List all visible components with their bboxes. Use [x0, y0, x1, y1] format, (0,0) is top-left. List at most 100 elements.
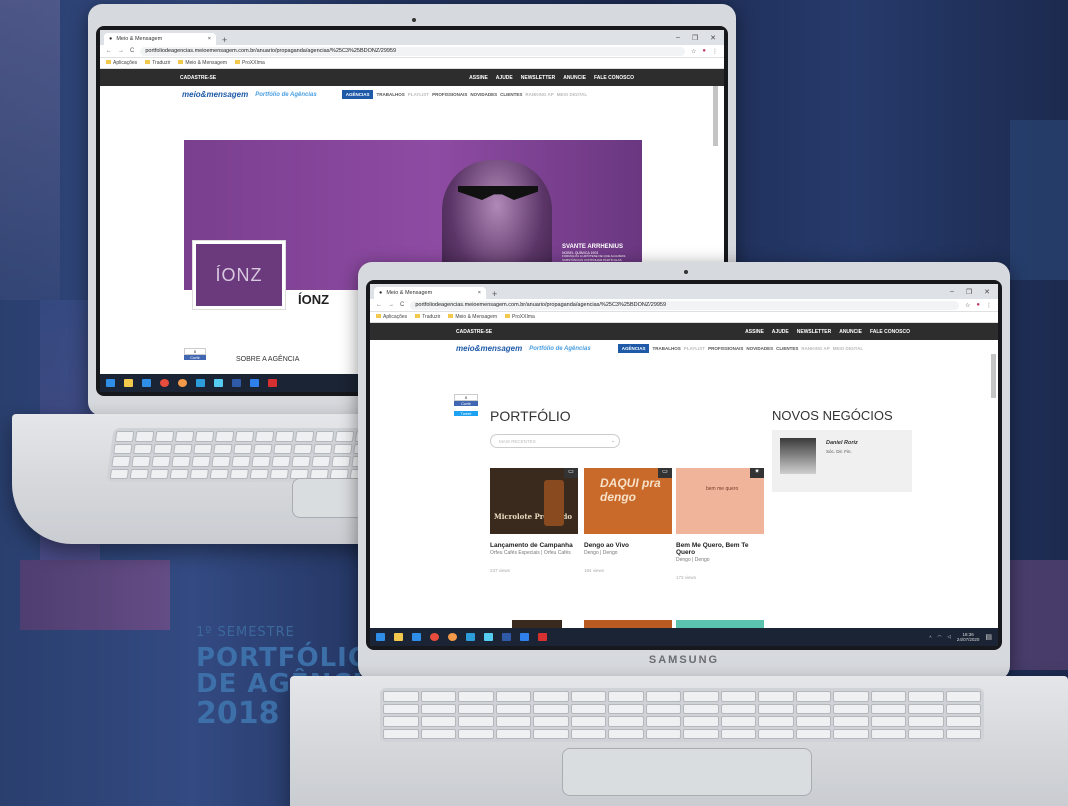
top-link[interactable]: ASSINE [745, 329, 764, 335]
keyboard-key [234, 431, 255, 442]
site-logo[interactable]: meio&mensagem [182, 90, 248, 99]
menu-icon[interactable]: ⋮ [986, 302, 992, 309]
word-icon[interactable] [520, 633, 529, 641]
scrollbar[interactable] [713, 86, 718, 146]
top-link[interactable]: ANUNCIE [839, 329, 862, 335]
minimize-icon[interactable]: – [950, 288, 954, 296]
maximize-icon[interactable]: ❐ [692, 34, 698, 42]
nav-meio-digital[interactable]: MEIO DIGITAL [833, 346, 863, 351]
file-explorer-icon[interactable] [394, 633, 403, 641]
forward-icon[interactable]: → [118, 48, 124, 54]
skype-icon[interactable] [412, 633, 421, 641]
forward-icon[interactable]: → [388, 302, 394, 308]
new-tab-icon[interactable]: + [222, 35, 227, 45]
chrome-icon[interactable] [448, 633, 457, 641]
browser-tab[interactable]: ● Meio & Mensagem × [104, 33, 216, 45]
nav-playlist[interactable]: PLAYLIST [684, 346, 705, 351]
cadastre-link[interactable]: CADASTRE-SE [456, 329, 492, 335]
teams-icon[interactable] [484, 633, 493, 641]
bookmark-item[interactable]: Meio & Mensagem [448, 314, 497, 320]
top-link[interactable]: AJUDE [772, 329, 789, 335]
profile-avatar[interactable]: ● [976, 302, 980, 308]
maximize-icon[interactable]: ❐ [966, 288, 972, 296]
nav-agencias[interactable]: AGÊNCIAS [617, 344, 650, 353]
url-field[interactable]: portfoliodeagencias.meioemensagem.com.br… [410, 300, 959, 310]
close-window-icon[interactable]: ✕ [984, 288, 990, 296]
like-button[interactable]: Curtir [454, 401, 478, 406]
top-link[interactable]: FALE CONOSCO [594, 75, 634, 81]
windows-start-icon[interactable] [106, 379, 115, 387]
nav-profissionais[interactable]: PROFISSIONAIS [708, 346, 743, 351]
browser-tab[interactable]: ● Meio & Mensagem × [374, 287, 486, 299]
tray-up-icon[interactable]: ^ [929, 635, 931, 640]
outlook-icon[interactable] [196, 379, 205, 387]
top-link[interactable]: NEWSLETTER [521, 75, 555, 81]
acrobat-icon[interactable] [538, 633, 547, 641]
top-link[interactable]: ASSINE [469, 75, 488, 81]
portfolio-card[interactable]: DAQUI pra dengo ▭ Dengo ao Vivo Dengo | … [584, 468, 672, 573]
reload-icon[interactable]: C [400, 302, 404, 308]
chrome-icon[interactable] [178, 379, 187, 387]
star-icon[interactable]: ☆ [691, 48, 696, 55]
scrollbar[interactable] [991, 354, 996, 398]
menu-icon[interactable]: ⋮ [712, 48, 718, 55]
close-window-icon[interactable]: ✕ [710, 34, 716, 42]
bookmark-item[interactable]: ProXXIma [235, 60, 265, 66]
outlook-icon[interactable] [466, 633, 475, 641]
minimize-icon[interactable]: – [676, 34, 680, 42]
profile-avatar[interactable]: ● [702, 48, 706, 54]
notifications-icon[interactable]: ▤ [985, 633, 992, 641]
back-icon[interactable]: ← [376, 302, 382, 308]
site-logo[interactable]: meio&mensagem [456, 344, 522, 353]
bookmark-item[interactable]: ProXXIma [505, 314, 535, 320]
photoshop-icon[interactable] [232, 379, 241, 387]
top-link[interactable]: ANUNCIE [563, 75, 586, 81]
acrobat-icon[interactable] [268, 379, 277, 387]
wifi-icon[interactable]: ◠ [937, 634, 941, 640]
tab-close-icon[interactable]: × [478, 290, 481, 296]
top-link[interactable]: FALE CONOSCO [870, 329, 910, 335]
cadastre-link[interactable]: CADASTRE-SE [180, 75, 216, 81]
clock[interactable]: 18:36 24/07/2020 [957, 632, 980, 643]
portfolio-card[interactable]: bem me quero ✷ Bem Me Quero, Bem Te Quer… [676, 468, 764, 580]
file-explorer-icon[interactable] [124, 379, 133, 387]
nav-novidades[interactable]: NOVIDADES [470, 92, 497, 97]
nav-ranking[interactable]: RANKING AP [525, 92, 553, 97]
like-button[interactable]: Curtir [184, 355, 206, 360]
nav-clientes[interactable]: CLIENTES [500, 92, 522, 97]
teams-icon[interactable] [214, 379, 223, 387]
tweet-button[interactable]: Tweet [454, 411, 478, 416]
nav-meio-digital[interactable]: MEIO DIGITAL [557, 92, 587, 97]
bookmark-item[interactable]: Meio & Mensagem [178, 60, 227, 66]
word-icon[interactable] [250, 379, 259, 387]
url-field[interactable]: portfoliodeagencias.meioemensagem.com.br… [140, 46, 685, 56]
tab-close-icon[interactable]: × [208, 36, 211, 42]
nav-ranking[interactable]: RANKING AP [801, 346, 829, 351]
portfolio-card[interactable]: Microlote Premiado ▭ Lançamento de Campa… [490, 468, 578, 573]
nav-playlist[interactable]: PLAYLIST [408, 92, 429, 97]
bookmark-item[interactable]: Traduzir [145, 60, 170, 66]
volume-icon[interactable]: ◁ [947, 634, 950, 640]
nav-trabalhos[interactable]: TRABALHOS [376, 92, 404, 97]
bookmark-item[interactable]: Aplicações [106, 60, 137, 66]
photoshop-icon[interactable] [502, 633, 511, 641]
top-link[interactable]: NEWSLETTER [797, 329, 831, 335]
skype-icon[interactable] [142, 379, 151, 387]
bookmark-item[interactable]: Traduzir [415, 314, 440, 320]
nav-clientes[interactable]: CLIENTES [776, 346, 798, 351]
new-business-card[interactable]: Daniel Roriz Sóc. Dir. Fin. [772, 430, 912, 492]
media-icon[interactable] [430, 633, 439, 641]
nav-trabalhos[interactable]: TRABALHOS [652, 346, 680, 351]
back-icon[interactable]: ← [106, 48, 112, 54]
media-icon[interactable] [160, 379, 169, 387]
nav-novidades[interactable]: NOVIDADES [746, 346, 773, 351]
windows-start-icon[interactable] [376, 633, 385, 641]
nav-profissionais[interactable]: PROFISSIONAIS [432, 92, 467, 97]
new-tab-icon[interactable]: + [492, 289, 497, 299]
top-link[interactable]: AJUDE [496, 75, 513, 81]
sort-select[interactable]: MAIS RECENTES ⌄ [490, 434, 620, 448]
nav-agencias[interactable]: AGÊNCIAS [341, 90, 374, 99]
bookmark-item[interactable]: Aplicações [376, 314, 407, 320]
reload-icon[interactable]: C [130, 48, 134, 54]
star-icon[interactable]: ☆ [965, 302, 970, 309]
